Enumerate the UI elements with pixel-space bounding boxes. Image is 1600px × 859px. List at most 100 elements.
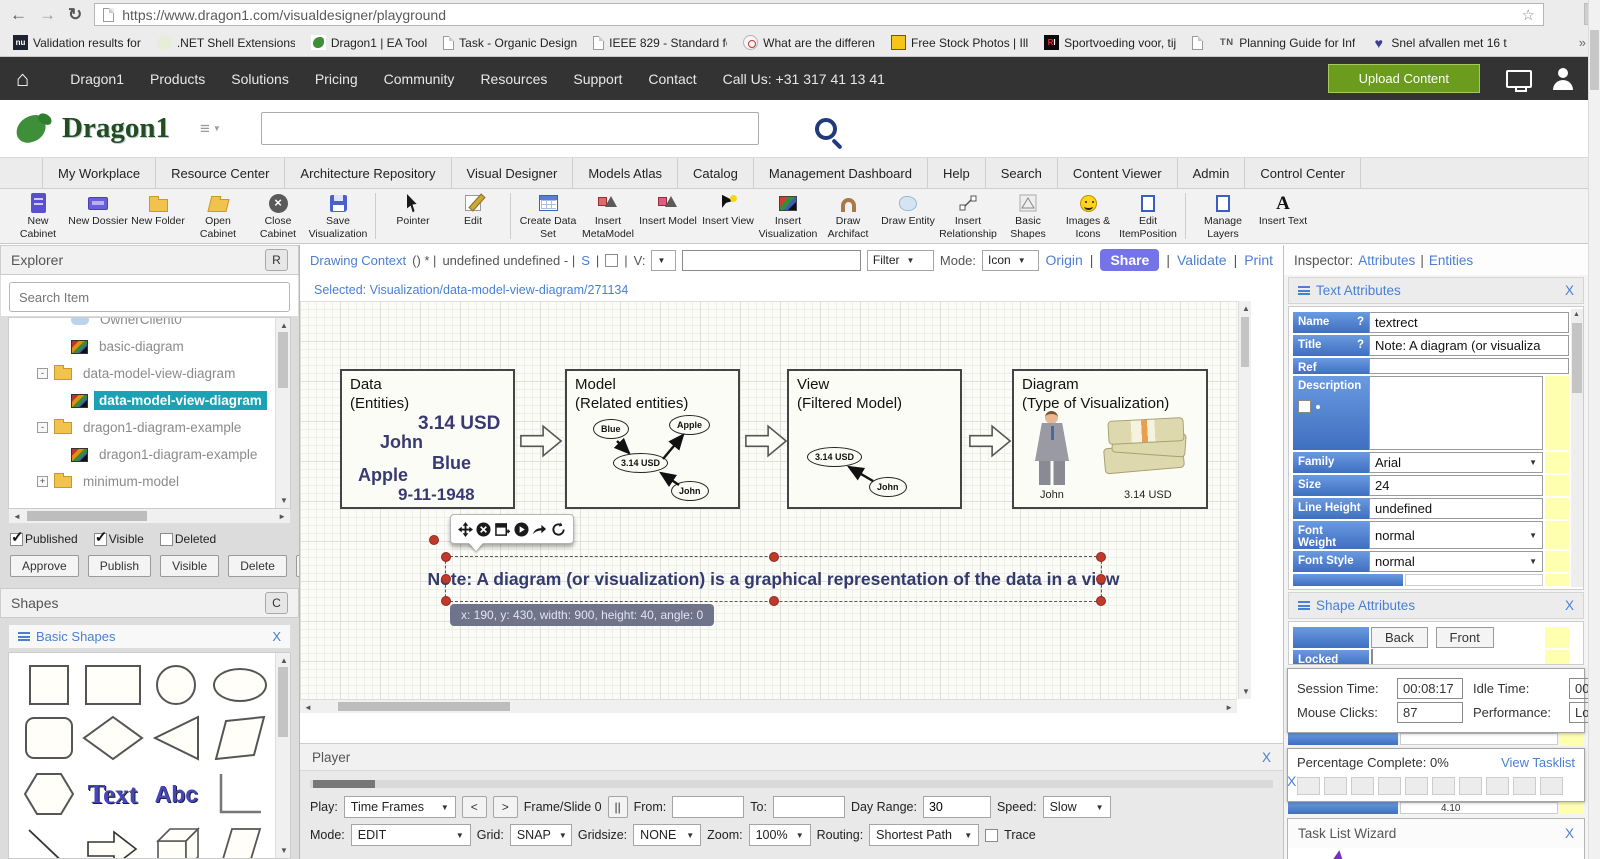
bookmark[interactable]: nu Validation results for <box>6 33 148 52</box>
filter-visible[interactable]: Visible <box>93 528 144 546</box>
shape-ellipse[interactable] <box>208 665 272 705</box>
shape-diagonal-line[interactable] <box>17 827 81 858</box>
tool-close-cabinet[interactable]: Close Cabinet <box>248 192 308 240</box>
tree-vertical-scrollbar[interactable] <box>275 318 290 508</box>
back-button[interactable]: Back <box>1371 627 1428 648</box>
context-filter-input[interactable] <box>681 249 861 271</box>
shape-attributes-close[interactable]: X <box>1565 598 1574 613</box>
bookmark[interactable]: TN Planning Guide for Inf <box>1212 33 1362 52</box>
nav-community[interactable]: Community <box>371 71 468 87</box>
back-icon[interactable]: ← <box>10 5 27 25</box>
collapse-expander-icon[interactable]: - <box>37 422 48 433</box>
tab-search[interactable]: Search <box>986 158 1058 188</box>
nav-products[interactable]: Products <box>137 71 218 87</box>
explorer-collapse-button[interactable]: R <box>265 249 288 271</box>
shapes-vertical-scrollbar[interactable] <box>275 653 290 858</box>
prev-frame-button[interactable]: < <box>461 796 487 818</box>
resize-handle[interactable] <box>1096 596 1106 606</box>
tab-admin[interactable]: Admin <box>1178 158 1246 188</box>
shape-arrow-right[interactable] <box>81 827 145 858</box>
nav-pricing[interactable]: Pricing <box>302 71 371 87</box>
tree-folder-dragon1-diagram-example[interactable]: - dragon1-diagram-example <box>13 414 290 441</box>
shape-abc[interactable]: Abc <box>145 771 209 817</box>
front-button[interactable]: Front <box>1435 627 1494 648</box>
collapse-expander-icon[interactable]: - <box>37 368 48 379</box>
tree-item-ownerclient0[interactable]: OwnerClient0 <box>13 318 290 333</box>
tool-pointer[interactable]: Pointer <box>383 192 443 239</box>
address-bar[interactable]: https://www.dragon1.com/visualdesigner/p… <box>94 3 1544 26</box>
tab-resource-center[interactable]: Resource Center <box>156 158 286 188</box>
checkbox-visible[interactable] <box>93 528 107 546</box>
move-icon[interactable] <box>457 521 474 538</box>
diagram-box-diagram[interactable]: Diagram (Type of Visualization) John 3.1… <box>1012 369 1208 509</box>
canvas-horizontal-scrollbar[interactable] <box>300 699 1237 713</box>
checkbox-published[interactable] <box>10 528 24 546</box>
rotate-icon[interactable] <box>550 521 567 538</box>
entities-link[interactable]: Entities <box>1429 253 1473 268</box>
tool-draw-entity[interactable]: Draw Entity <box>878 192 938 239</box>
shape-corner-line[interactable] <box>208 771 272 817</box>
nav-solutions[interactable]: Solutions <box>218 71 302 87</box>
size-input[interactable]: 24 <box>1369 475 1543 496</box>
visible-button[interactable]: Visible <box>160 555 220 577</box>
play-icon[interactable] <box>513 521 530 538</box>
gridsize-select[interactable]: NONE <box>633 824 702 846</box>
player-progress-track[interactable] <box>310 780 1273 788</box>
tree-horizontal-scrollbar[interactable] <box>8 509 291 524</box>
help-icon[interactable]: ? <box>1357 316 1364 333</box>
grid-select[interactable]: SNAP <box>509 824 572 846</box>
expand-expander-icon[interactable]: + <box>37 476 48 487</box>
resize-handle[interactable] <box>1096 552 1106 562</box>
context-checkbox[interactable] <box>605 253 619 267</box>
tab-content-viewer[interactable]: Content Viewer <box>1058 158 1178 188</box>
tab-help[interactable]: Help <box>928 158 986 188</box>
from-input[interactable] <box>672 796 745 818</box>
bookmark-star-icon[interactable]: ☆ <box>1522 6 1535 24</box>
tab-my-workplace[interactable]: My Workplace <box>42 158 157 188</box>
resize-handle[interactable] <box>768 596 779 606</box>
duplicate-icon[interactable] <box>494 521 511 538</box>
tool-edit[interactable]: Edit <box>443 192 503 239</box>
tree-folder-data-model-view-diagram[interactable]: - data-model-view-diagram <box>13 360 290 387</box>
publish-button[interactable]: Publish <box>87 555 152 577</box>
speed-select[interactable]: Slow <box>1042 796 1111 818</box>
tool-insert-model[interactable]: Insert Model <box>638 192 698 239</box>
validate-link[interactable]: Validate <box>1177 252 1227 268</box>
line-height-input[interactable]: undefined <box>1369 498 1543 519</box>
bookmark[interactable]: Free Stock Photos | Ill <box>884 33 1035 52</box>
share-button[interactable]: Share <box>1100 249 1160 271</box>
shape-rounded-rectangle[interactable] <box>17 715 81 761</box>
brand-logo[interactable]: Dragon1 <box>12 112 200 146</box>
description-textarea[interactable] <box>1369 376 1543 450</box>
shape-rectangle[interactable] <box>81 665 145 705</box>
resize-handle[interactable] <box>441 574 451 584</box>
bookmark[interactable]: What are the differen <box>736 33 882 52</box>
day-range-input[interactable] <box>922 796 991 818</box>
rotate-handle[interactable] <box>429 535 439 545</box>
player-close[interactable]: X <box>1262 750 1271 765</box>
nav-contact[interactable]: Contact <box>635 71 709 87</box>
diagram-box-model[interactable]: Model (Related entities) Blue Apple 3.14… <box>565 369 740 509</box>
resize-handle[interactable] <box>441 552 451 562</box>
bookmark[interactable]: ♥ Snel afvallen met 16 t <box>1364 33 1513 52</box>
upload-content-button[interactable]: Upload Content <box>1327 64 1480 93</box>
user-icon[interactable] <box>1552 67 1574 90</box>
nav-resources[interactable]: Resources <box>467 71 560 87</box>
tool-insert-text[interactable]: Insert Text <box>1253 192 1313 239</box>
url-text[interactable]: https://www.dragon1.com/visualdesigner/p… <box>122 7 1513 23</box>
to-input[interactable] <box>772 796 845 818</box>
locked-checkbox[interactable] <box>1371 649 1373 664</box>
delete-icon[interactable] <box>475 521 492 538</box>
attributes-link[interactable]: Attributes <box>1358 253 1415 268</box>
tree-folder-minimum-model[interactable]: + minimum-model <box>13 468 290 495</box>
tree-item-dragon1-diagram-example[interactable]: dragon1-diagram-example <box>13 441 290 468</box>
font-style-select[interactable]: normal <box>1369 551 1543 572</box>
bookmark[interactable]: Task - Organic Design <box>436 34 584 52</box>
diagram-box-view[interactable]: View (Filtered Model) 3.14 USD John <box>787 369 962 509</box>
tree-item-data-model-view-diagram-selected[interactable]: data-model-view-diagram <box>13 387 290 414</box>
filter-published[interactable]: Published <box>10 528 78 546</box>
shape-skewed-rectangle[interactable] <box>208 827 272 858</box>
tool-insert-view[interactable]: Insert View <box>698 192 758 239</box>
filter-select[interactable]: Filter <box>866 249 934 271</box>
filter-deleted[interactable]: Deleted <box>159 532 216 546</box>
